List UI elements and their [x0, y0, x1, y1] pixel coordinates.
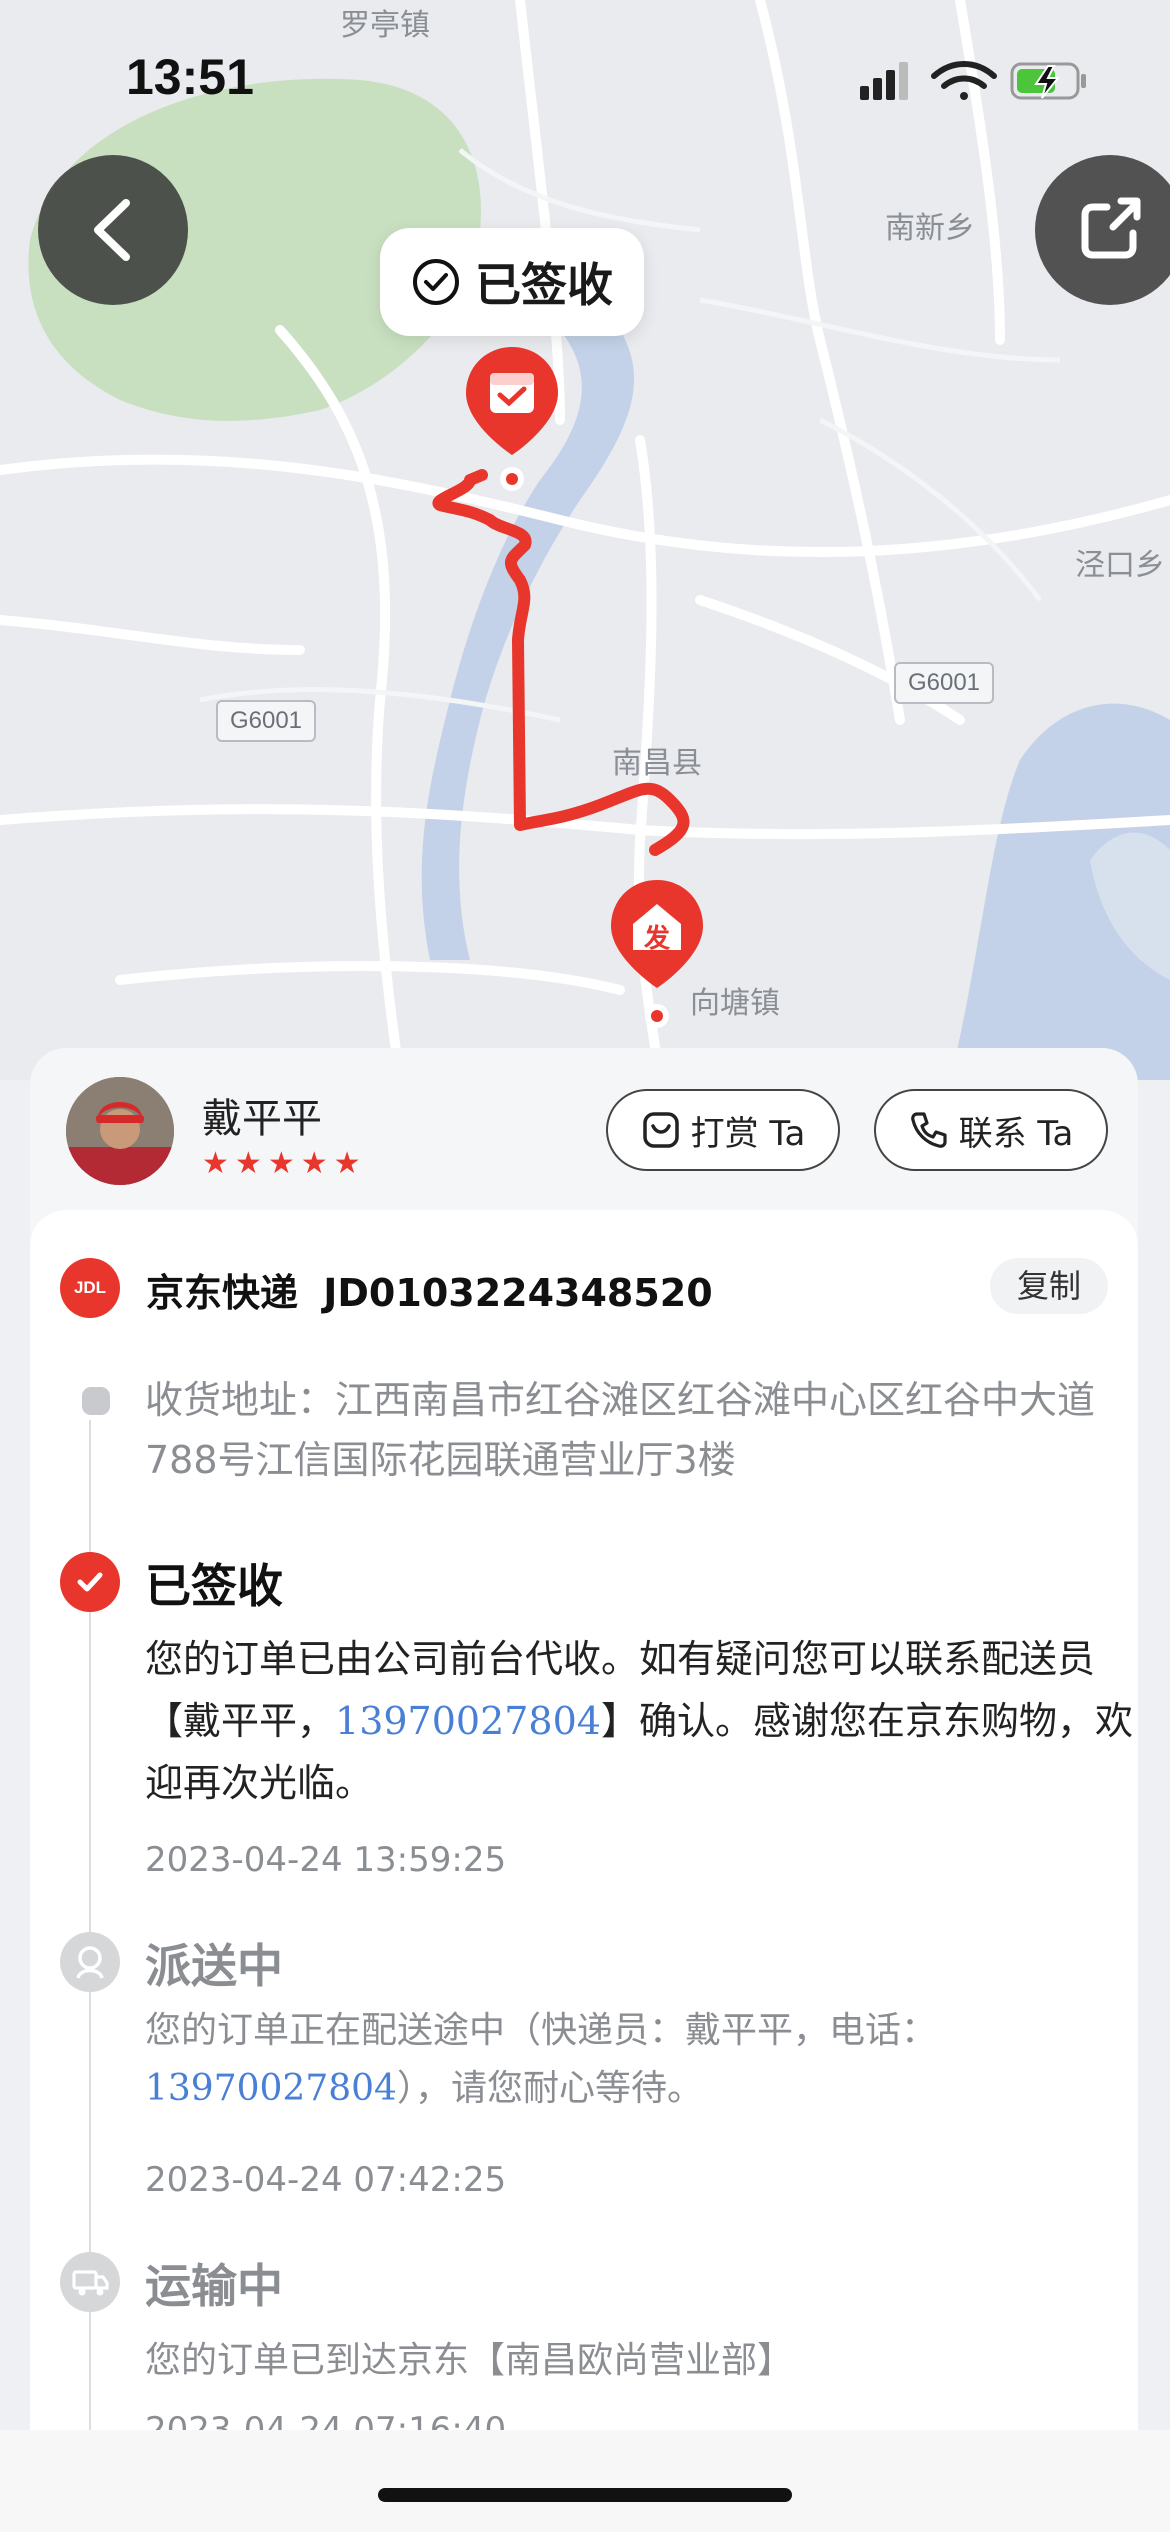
- road-badge: G6001: [216, 700, 316, 742]
- courier-name: 戴平平: [202, 1096, 322, 1142]
- event-description: 您的订单正在配送途中（快递员：戴平平，电话：13970027804），请您耐心等…: [145, 2010, 938, 2109]
- destination-marker[interactable]: [462, 345, 562, 495]
- tracking-number: JD0103224348520: [323, 1271, 713, 1315]
- status-time: 13:51: [126, 49, 254, 105]
- courier-avatar: [66, 1077, 174, 1185]
- bottom-safe-area: [0, 2430, 1170, 2532]
- carrier-name: 京东快递: [146, 1271, 299, 1315]
- map-label: 泾口乡: [1075, 548, 1165, 583]
- star-icon: ★: [202, 1146, 235, 1181]
- carrier-tracking: 京东快递 JD0103224348520: [146, 1262, 713, 1317]
- tip-icon: [642, 1112, 679, 1148]
- delivery-courier-icon: [60, 1932, 120, 1992]
- star-icon: ★: [333, 1146, 367, 1181]
- event-description: 您的订单已由公司前台代收。如有疑问您可以联系配送员【戴平平，1397002780…: [145, 1637, 1133, 1805]
- courier-phone-link[interactable]: 13970027804: [145, 2068, 397, 2109]
- package-pin-icon: [466, 347, 558, 491]
- courier-phone-link[interactable]: 13970027804: [335, 1699, 601, 1743]
- signed-status-label: 已签收: [475, 258, 613, 312]
- star-icon: ★: [267, 1146, 301, 1181]
- map-label: 南昌县: [612, 746, 702, 781]
- event-description: 您的订单已到达京东【南昌欧尚营业部】: [145, 2340, 794, 2381]
- jdl-logo: JDL: [60, 1258, 120, 1318]
- road-badge: G6001: [894, 662, 994, 704]
- event-status: 已签收: [145, 1559, 283, 1613]
- chevron-left-icon: [94, 199, 130, 261]
- star-icon: ★: [234, 1146, 268, 1181]
- tracking-card: JDL 京东快递 JD0103224348520 复制 收货地址：江西南昌市红谷…: [30, 1210, 1138, 2438]
- truck-icon: [60, 2252, 120, 2312]
- contact-courier-button[interactable]: 联系 Ta: [874, 1089, 1108, 1171]
- event-time: 2023-04-24 07:42:25: [145, 2160, 507, 2200]
- contact-label: 联系 Ta: [958, 1113, 1074, 1154]
- copy-button[interactable]: 复制: [990, 1258, 1108, 1314]
- event-time: 2023-04-24 13:59:25: [145, 1840, 507, 1880]
- map-label: 南新乡: [885, 211, 975, 246]
- battery-icon: [1010, 62, 1086, 100]
- event-status: 运输中: [145, 2259, 283, 2313]
- signed-check-icon: [60, 1552, 120, 1612]
- star-icon: ★: [300, 1146, 334, 1181]
- origin-marker[interactable]: 发: [607, 878, 707, 1038]
- delivery-address: 收货地址：江西南昌市红谷滩区红谷滩中心区红谷中大道788号江信国际花园联通营业厅…: [145, 1378, 1096, 1482]
- tip-label: 打赏 Ta: [690, 1113, 806, 1154]
- event-status: 派送中: [145, 1939, 283, 1993]
- signed-status-bubble: 已签收: [380, 228, 644, 336]
- share-button[interactable]: [1035, 155, 1170, 305]
- wifi-icon: [931, 61, 997, 100]
- share-icon: [1081, 197, 1141, 259]
- home-indicator[interactable]: [378, 2488, 792, 2502]
- tip-courier-button[interactable]: 打赏 Ta: [606, 1089, 840, 1171]
- origin-marker-label: 发: [643, 924, 670, 954]
- signal-icon: [860, 62, 908, 100]
- courier-rating: ★★★★★: [202, 1146, 367, 1181]
- back-button[interactable]: [38, 155, 188, 305]
- status-icons: [860, 58, 1090, 108]
- check-circle-icon: [413, 259, 459, 305]
- phone-icon: [910, 1112, 947, 1148]
- map-label: 罗亭镇: [340, 8, 430, 43]
- address-dot: [77, 1382, 115, 1420]
